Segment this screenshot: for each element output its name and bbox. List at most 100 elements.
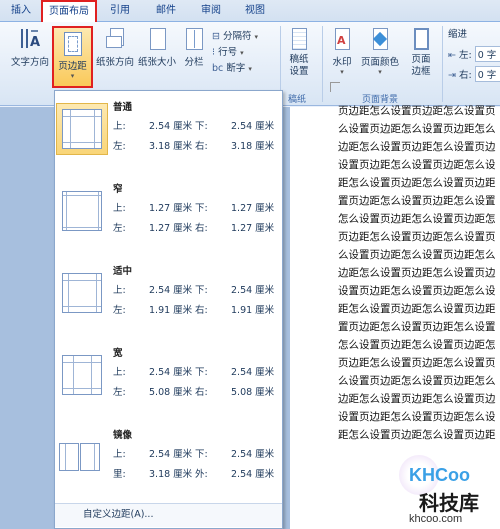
chevron-down-icon: ▾: [240, 49, 244, 57]
watermark-icon: A: [331, 26, 353, 52]
tab-mailings[interactable]: 邮件: [148, 2, 184, 21]
columns-button[interactable]: 分栏: [180, 26, 208, 68]
bottom-value: 1.27 厘米: [231, 203, 275, 214]
tab-insert[interactable]: 插入: [4, 2, 38, 21]
top-label: 上:: [113, 367, 126, 378]
line-numbers-label: 行号: [218, 47, 238, 58]
chevron-down-icon: ▾: [378, 68, 382, 76]
top-label: 上:: [113, 285, 126, 296]
text-direction-icon: A: [19, 26, 41, 52]
top-value: 2.54 厘米: [149, 121, 193, 132]
orientation-button[interactable]: 纸张方向: [94, 26, 136, 68]
text-line: 设置页边距怎么设置页边距怎么设: [338, 159, 496, 171]
tab-review[interactable]: 审阅: [193, 2, 229, 21]
text-line: 页边距怎么设置页边距怎么设置页: [338, 105, 496, 117]
top-value: 2.54 厘米: [149, 449, 193, 460]
bottom-label: 下:: [195, 121, 208, 132]
page-borders-button[interactable]: 页面边框: [404, 26, 438, 78]
margin-option-mirrored[interactable]: 镜像 上: 2.54 厘米 下: 2.54 厘米 里: 3.18 厘米 外: 2…: [55, 419, 282, 501]
document-text[interactable]: 页边距怎么设置页边距怎么设置页 么设置页边距怎么设置页边距怎么 边距怎么设置页边…: [338, 102, 500, 444]
indent-left-icon: ⇤: [448, 50, 456, 61]
ribbon-tab-bar: 插入 页面布局 引用 邮件 审阅 视图: [0, 0, 500, 22]
right-label: 右:: [195, 387, 208, 398]
size-button[interactable]: 纸张大小: [136, 26, 178, 68]
outside-value: 2.54 厘米: [231, 469, 275, 480]
page-color-button[interactable]: 页面颜色 ▾: [360, 26, 400, 76]
left-label: 左:: [113, 305, 126, 316]
watermark-button[interactable]: A 水印 ▾: [326, 26, 358, 76]
indent-left-input[interactable]: 0 字: [474, 46, 500, 62]
text-line: 距怎么设置页边距怎么设置页边距: [338, 303, 496, 315]
right-value: 5.08 厘米: [231, 387, 275, 398]
text-line: 边距怎么设置页边距怎么设置页边: [338, 393, 496, 405]
top-label: 上:: [113, 121, 126, 132]
tab-references[interactable]: 引用: [102, 2, 138, 21]
indent-left-label: 左:: [459, 50, 472, 61]
right-value: 3.18 厘米: [231, 141, 275, 152]
page-borders-label: 页面边框: [411, 54, 431, 77]
indent-left-row: ⇤ 左: 0 字: [448, 46, 500, 62]
text-line: 么设置页边距怎么设置页边距怎么: [338, 249, 496, 261]
top-label: 上:: [113, 203, 126, 214]
text-line: 边距怎么设置页边距怎么设置页边: [338, 141, 496, 153]
text-line: 么设置页边距怎么设置页边距怎么: [338, 123, 496, 135]
text-line: 么设置页边距怎么设置页边距怎么: [338, 375, 496, 387]
margin-mirrored-left-page-icon: [59, 443, 79, 471]
logo-url: khcoo.com: [409, 513, 463, 525]
margin-option-normal[interactable]: 普通 上: 2.54 厘米 下: 2.54 厘米 左: 3.18 厘米 右: 3…: [55, 91, 282, 173]
indent-right-label: 右:: [459, 70, 472, 81]
margin-option-moderate[interactable]: 适中 上: 2.54 厘米 下: 2.54 厘米 左: 1.91 厘米 右: 1…: [55, 255, 282, 337]
margins-dropdown: 普通 上: 2.54 厘米 下: 2.54 厘米 左: 3.18 厘米 右: 3…: [54, 90, 283, 529]
margin-option-name: 窄: [113, 184, 123, 195]
indent-right-row: ⇥ 右: 0 字: [448, 66, 500, 82]
margin-option-name: 宽: [113, 348, 123, 359]
text-direction-button[interactable]: A 文字方向: [8, 26, 52, 68]
draft-paper-button[interactable]: 稿纸设置: [283, 26, 315, 78]
paint-bucket-icon: [369, 26, 391, 52]
text-line: 置页边距怎么设置页边距怎么设置: [338, 321, 496, 333]
indent-group-label: 缩进: [448, 29, 468, 40]
margins-label: 页边距: [58, 61, 87, 72]
hyphenation-button[interactable]: bc 断字 ▾: [212, 60, 252, 74]
bottom-label: 下:: [195, 203, 208, 214]
left-value: 1.27 厘米: [149, 223, 193, 234]
margin-narrow-icon: [62, 191, 102, 231]
bottom-label: 下:: [195, 367, 208, 378]
top-value: 2.54 厘米: [149, 367, 193, 378]
hyphenation-label: 断字: [226, 63, 246, 74]
logo-name: 科技库: [419, 491, 479, 515]
chevron-down-icon: ▾: [254, 33, 259, 41]
text-line: 设置页边距怎么设置页边距怎么设: [338, 411, 496, 423]
tab-page-layout[interactable]: 页面布局: [41, 0, 97, 22]
line-numbers-icon: ⁝: [212, 47, 216, 58]
margin-mirrored-right-page-icon: [80, 443, 100, 471]
margin-normal-icon: [62, 109, 102, 149]
text-line: 距怎么设置页边距怎么设置页边距: [338, 429, 496, 441]
ribbon-separator: [442, 26, 443, 102]
margin-option-name: 镜像: [113, 430, 133, 441]
left-value: 3.18 厘米: [149, 141, 193, 152]
margin-option-wide[interactable]: 宽 上: 2.54 厘米 下: 2.54 厘米 左: 5.08 厘米 右: 5.…: [55, 337, 282, 419]
margins-button[interactable]: 页边距 ▾: [52, 26, 93, 88]
top-value: 1.27 厘米: [149, 203, 193, 214]
logo-text: KHCoo: [409, 465, 470, 485]
bottom-value: 2.54 厘米: [231, 367, 275, 378]
indent-right-input[interactable]: 0 字: [474, 66, 500, 82]
chevron-down-icon: ▾: [340, 68, 344, 76]
tab-view[interactable]: 视图: [237, 2, 273, 21]
custom-margins-button[interactable]: 自定义边距(A)...: [55, 503, 282, 527]
columns-label: 分栏: [184, 57, 204, 68]
left-label: 左:: [113, 387, 126, 398]
line-numbers-button[interactable]: ⁝ 行号 ▾: [212, 44, 244, 58]
margin-option-narrow[interactable]: 窄 上: 1.27 厘米 下: 1.27 厘米 左: 1.27 厘米 右: 1.…: [55, 173, 282, 255]
inside-value: 3.18 厘米: [149, 469, 193, 480]
margin-moderate-icon: [62, 273, 102, 313]
orientation-label: 纸张方向: [95, 57, 134, 68]
page-color-label: 页面颜色: [360, 57, 399, 68]
right-label: 右:: [195, 305, 208, 316]
top-value: 2.54 厘米: [149, 285, 193, 296]
right-label: 右:: [195, 141, 208, 152]
breaks-button[interactable]: ⊟ 分隔符 ▾: [212, 28, 258, 42]
outside-label: 外:: [195, 469, 208, 480]
size-icon: [146, 26, 168, 52]
